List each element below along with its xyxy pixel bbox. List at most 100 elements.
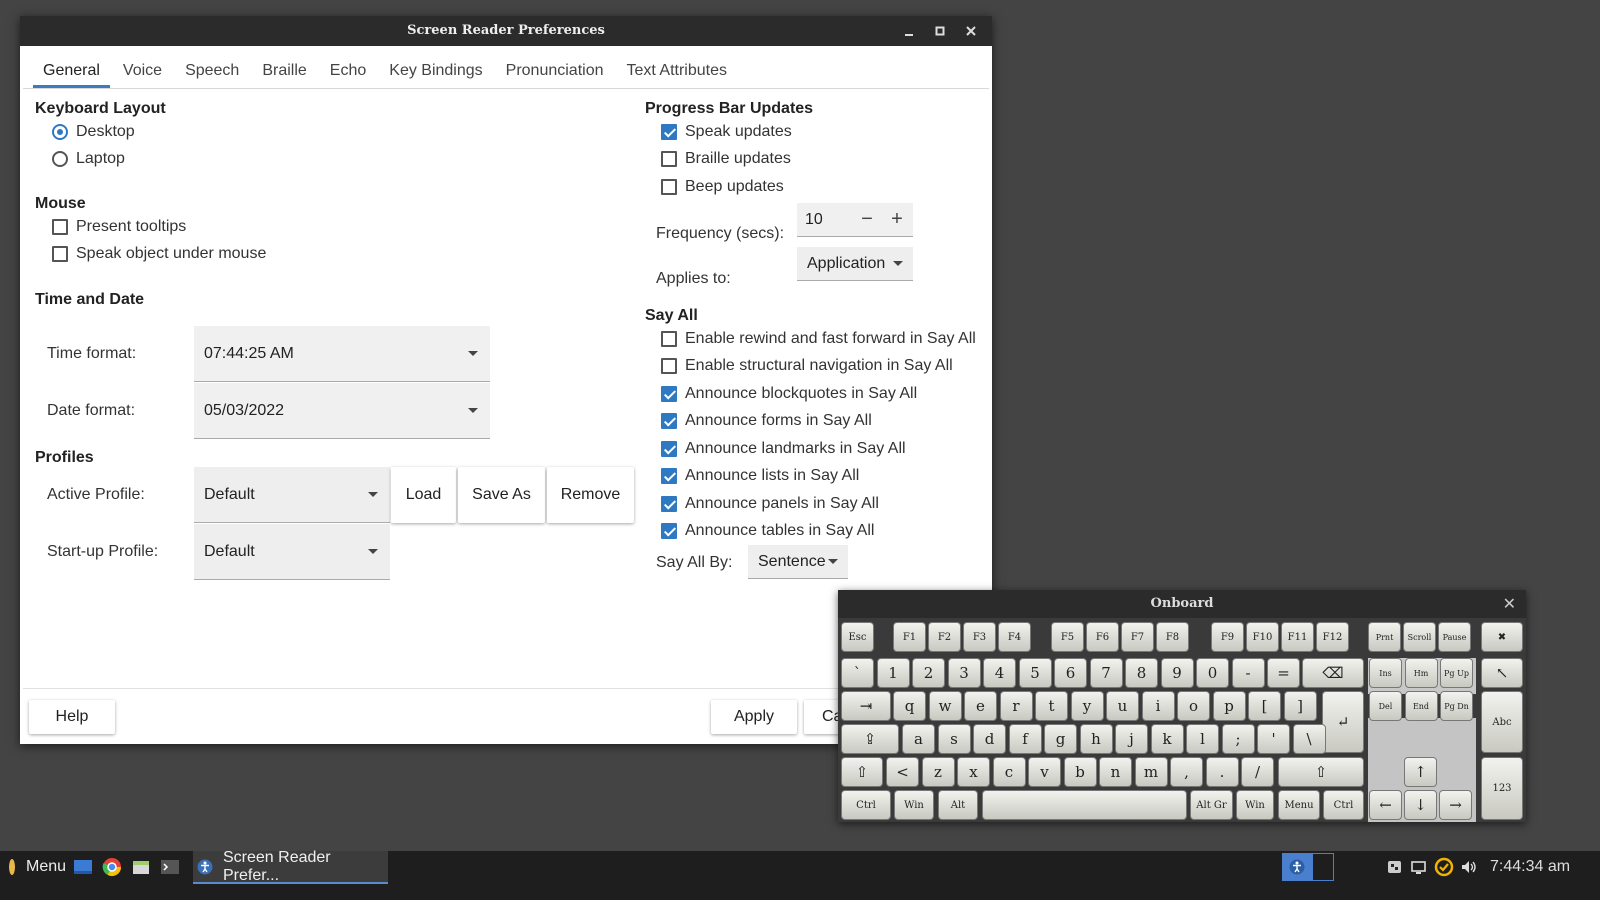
key-letter[interactable]: c <box>992 757 1026 787</box>
key-modifier[interactable]: Win <box>894 790 934 820</box>
tab-text-attributes[interactable]: Text Attributes <box>617 52 738 88</box>
key-letter[interactable]: v <box>1028 757 1061 787</box>
key-letter[interactable]: . <box>1205 757 1239 787</box>
key-f7[interactable]: F7 <box>1121 622 1154 652</box>
keyboard-status-icon[interactable] <box>1386 859 1404 875</box>
key-number-row[interactable]: - <box>1231 658 1265 688</box>
key-f4[interactable]: F4 <box>998 622 1031 652</box>
display-icon[interactable] <box>1410 859 1428 875</box>
active-profile-combo[interactable]: Default <box>194 467 390 523</box>
key-number-row[interactable]: 8 <box>1125 658 1158 688</box>
key-letter[interactable]: r <box>999 691 1033 721</box>
tab-echo[interactable]: Echo <box>320 52 376 88</box>
key-letter[interactable]: [ <box>1248 691 1281 721</box>
time-format-combo[interactable]: 07:44:25 AM <box>194 326 490 382</box>
key-modifier[interactable]: Win <box>1236 790 1274 820</box>
key-letter[interactable]: / <box>1241 757 1274 787</box>
say-all-by-combo[interactable]: Sentence <box>748 545 848 579</box>
key-prnt[interactable]: Prnt <box>1368 622 1401 652</box>
key-f3[interactable]: F3 <box>963 622 996 652</box>
key-number-row[interactable]: 4 <box>983 658 1016 688</box>
key-number-row[interactable]: 9 <box>1160 658 1194 688</box>
key-letter[interactable]: ; <box>1221 724 1255 754</box>
key-letter[interactable]: i <box>1141 691 1175 721</box>
key-modifier[interactable]: Ctrl <box>1323 790 1364 820</box>
nav-key[interactable]: End <box>1404 691 1438 721</box>
nav-key[interactable]: Hm <box>1404 658 1438 688</box>
key-letter[interactable]: < <box>886 757 919 787</box>
key-letter[interactable]: o <box>1177 691 1210 721</box>
onboard-title-bar[interactable]: Onboard ✕ <box>838 590 1526 618</box>
nav-key[interactable]: Pg Up <box>1440 658 1473 688</box>
key-f8[interactable]: F8 <box>1156 622 1189 652</box>
onboard-close-icon[interactable]: ✕ <box>1503 594 1516 614</box>
applies-to-combo[interactable]: Application <box>797 247 913 281</box>
key-f9[interactable]: F9 <box>1211 622 1244 652</box>
say-all-option[interactable]: Enable rewind and fast forward in Say Al… <box>661 330 976 348</box>
key-letter[interactable]: m <box>1134 757 1168 787</box>
caps-lock-key[interactable]: ⇪ <box>841 724 899 754</box>
arrow-down-key[interactable]: ↓ <box>1404 790 1437 820</box>
title-bar[interactable]: Screen Reader Preferences <box>20 16 992 46</box>
key-letter[interactable]: k <box>1150 724 1184 754</box>
tab-pronunciation[interactable]: Pronunciation <box>496 52 614 88</box>
key-modifier[interactable]: Alt <box>938 790 978 820</box>
key-letter[interactable]: ] <box>1283 691 1317 721</box>
key-f6[interactable]: F6 <box>1086 622 1119 652</box>
taskbar-app-screen-reader[interactable]: Screen Reader Prefer... <box>193 849 388 884</box>
tab-braille[interactable]: Braille <box>252 52 316 88</box>
key-letter[interactable]: f <box>1008 724 1042 754</box>
workspace-1[interactable] <box>1282 853 1312 881</box>
key-number-row[interactable]: 1 <box>876 658 910 688</box>
key-scroll[interactable]: Scroll <box>1403 622 1436 652</box>
hide-keyboard-key[interactable]: ✖ <box>1481 622 1523 652</box>
save-as-button[interactable]: Save As <box>458 467 545 523</box>
key-number-row[interactable]: = <box>1267 658 1300 688</box>
maximize-button[interactable] <box>924 20 955 42</box>
say-all-option[interactable]: Announce blockquotes in Say All <box>661 385 917 403</box>
key-number-row[interactable]: 5 <box>1018 658 1052 688</box>
arrow-up-key[interactable]: ↑ <box>1404 757 1437 787</box>
shift-right-key[interactable]: ⇧ <box>1278 757 1364 787</box>
tab-key-bindings[interactable]: Key Bindings <box>379 52 492 88</box>
date-format-combo[interactable]: 05/03/2022 <box>194 383 490 439</box>
key-esc[interactable]: Esc <box>841 622 874 652</box>
braille-updates-checkbox[interactable]: Braille updates <box>661 150 791 168</box>
workspace-2[interactable] <box>1312 853 1334 881</box>
say-all-option[interactable]: Announce lists in Say All <box>661 467 859 485</box>
say-all-option[interactable]: Announce forms in Say All <box>661 412 872 430</box>
key-letter[interactable]: y <box>1070 691 1104 721</box>
key-f2[interactable]: F2 <box>928 622 961 652</box>
key-modifier[interactable]: Menu <box>1278 790 1320 820</box>
minimize-button[interactable] <box>893 20 924 42</box>
nav-key[interactable]: Pg Dn <box>1440 691 1473 721</box>
backspace-key[interactable]: ⌫ <box>1302 658 1364 688</box>
key-f12[interactable]: F12 <box>1316 622 1349 652</box>
key-f11[interactable]: F11 <box>1281 622 1314 652</box>
key-pause[interactable]: Pause <box>1438 622 1471 652</box>
clock[interactable]: 7:44:34 am <box>1490 858 1570 876</box>
chrome-launcher[interactable] <box>102 851 122 883</box>
key-letter[interactable]: p <box>1212 691 1246 721</box>
remove-button[interactable]: Remove <box>547 467 634 523</box>
space-bar[interactable] <box>982 790 1187 820</box>
key-letter[interactable]: e <box>964 691 997 721</box>
key-letter[interactable]: ' <box>1257 724 1290 754</box>
key-letter[interactable]: w <box>928 691 962 721</box>
say-all-option[interactable]: Announce panels in Say All <box>661 495 879 513</box>
key-number-row[interactable]: 6 <box>1054 658 1087 688</box>
key-number-row[interactable]: 3 <box>947 658 981 688</box>
key-letter[interactable]: l <box>1186 724 1219 754</box>
key-number-row[interactable]: 2 <box>912 658 945 688</box>
minus-button[interactable]: − <box>853 203 881 236</box>
close-button[interactable] <box>955 20 986 42</box>
show-desktop-launcher[interactable] <box>73 851 93 883</box>
tab-key[interactable]: ⇥ <box>841 691 891 721</box>
plus-button[interactable]: + <box>883 203 911 236</box>
key-letter[interactable]: u <box>1106 691 1139 721</box>
menu-button[interactable]: Menu <box>6 851 66 883</box>
say-all-option[interactable]: Enable structural navigation in Say All <box>661 357 953 375</box>
frequency-spinner[interactable]: 10 − + <box>797 203 913 237</box>
update-manager-icon[interactable] <box>1434 857 1454 877</box>
startup-profile-combo[interactable]: Default <box>194 524 390 580</box>
